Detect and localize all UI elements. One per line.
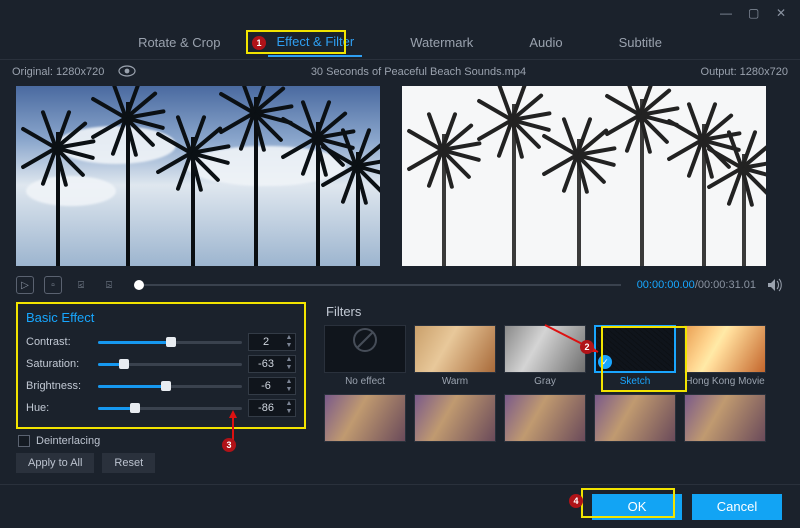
deinterlacing-row: Deinterlacing (18, 435, 306, 447)
value-box[interactable]: -6▲▼ (248, 377, 296, 395)
check-icon: ✓ (598, 355, 612, 369)
filter-thumb[interactable] (504, 325, 586, 373)
filter-caption (414, 445, 496, 457)
filter-item-hong-kong-movie[interactable]: Hong Kong Movie (684, 325, 766, 388)
lower-panel: Basic Effect Contrast: 2▲▼ Saturation: -63▲… (0, 298, 800, 484)
value-box[interactable]: -86▲▼ (248, 399, 296, 417)
filter-caption: Warm (414, 376, 496, 388)
tab-watermark[interactable]: Watermark (402, 29, 481, 56)
tab-rotate-crop[interactable]: Rotate & Crop (130, 29, 228, 56)
filter-thumb[interactable] (324, 394, 406, 442)
spin-down-icon[interactable]: ▼ (283, 364, 295, 372)
preview-toggle-icon[interactable] (118, 65, 136, 80)
filter-thumb[interactable] (414, 325, 496, 373)
filter-caption (594, 445, 676, 457)
slider-saturation[interactable] (98, 357, 242, 371)
spin-down-icon[interactable]: ▼ (283, 386, 295, 394)
filter-item-more[interactable] (324, 394, 406, 457)
output-res-label: Output: 1280x720 (701, 66, 788, 78)
filter-thumb[interactable] (504, 394, 586, 442)
tab-subtitle[interactable]: Subtitle (611, 29, 670, 56)
filter-thumb[interactable] (324, 325, 406, 373)
filters-grid: No effect Warm Gray ✓ Sketch Hong Kong Movie (324, 325, 784, 388)
filename-label: 30 Seconds of Peaceful Beach Sounds.mp4 (311, 66, 526, 78)
playback-bar: ▷ ▫ ⍃ ⍄ 00:00:00.00/00:00:31.01 (0, 272, 800, 298)
filter-item-more[interactable] (594, 394, 676, 457)
time-total: 00:00:31.01 (698, 279, 756, 291)
spin-up-icon[interactable]: ▲ (283, 356, 295, 364)
preview-original (16, 86, 380, 266)
filter-thumb[interactable]: ✓ (594, 325, 676, 373)
slider-brightness[interactable] (98, 379, 242, 393)
titlebar: — ▢ ✕ (0, 0, 800, 26)
time-display: 00:00:00.00/00:00:31.01 (637, 279, 756, 291)
apply-to-all-button[interactable]: Apply to All (16, 453, 94, 473)
basic-effect-panel: Basic Effect Contrast: 2▲▼ Saturation: -63▲… (16, 302, 306, 480)
filter-item-more[interactable] (684, 394, 766, 457)
original-res-label: Original: 1280x720 (12, 66, 104, 78)
slider-label: Saturation: (26, 358, 92, 370)
filter-caption: Gray (504, 376, 586, 388)
deinterlacing-checkbox[interactable] (18, 435, 30, 447)
slider-label: Hue: (26, 402, 92, 414)
filters-panel: Filters No effect Warm Gray ✓ Sketch Hong Kon… (324, 302, 784, 480)
tab-bar: Rotate & Crop Effect & Filter Watermark … (0, 26, 800, 60)
tab-audio[interactable]: Audio (521, 29, 570, 56)
spin-up-icon[interactable]: ▲ (283, 378, 295, 386)
filter-item-more[interactable] (414, 394, 496, 457)
stop-button[interactable]: ▫ (44, 276, 62, 294)
preview-row (0, 84, 800, 272)
slider-hue[interactable] (98, 401, 242, 415)
editor-window: — ▢ ✕ Rotate & Crop Effect & Filter Wate… (0, 0, 800, 528)
spin-up-icon[interactable]: ▲ (283, 334, 295, 342)
slider-contrast[interactable] (98, 335, 242, 349)
preview-output (402, 86, 766, 266)
time-current: 00:00:00.00 (637, 279, 695, 291)
filter-caption: No effect (324, 376, 406, 388)
cancel-button[interactable]: Cancel (692, 494, 782, 520)
slider-label: Contrast: (26, 336, 92, 348)
filter-item-sketch[interactable]: ✓ Sketch (594, 325, 676, 388)
filter-item-warm[interactable]: Warm (414, 325, 496, 388)
minimize-button[interactable]: — (720, 6, 734, 20)
filter-thumb[interactable] (414, 394, 496, 442)
deinterlacing-label: Deinterlacing (36, 435, 100, 447)
value-box[interactable]: 2▲▼ (248, 333, 296, 351)
basic-effect-title: Basic Effect (26, 310, 296, 325)
maximize-button[interactable]: ▢ (748, 6, 762, 20)
filters-title: Filters (326, 304, 784, 319)
value-box[interactable]: -63▲▼ (248, 355, 296, 373)
seek-slider[interactable] (134, 284, 621, 286)
filter-caption (504, 445, 586, 457)
spin-up-icon[interactable]: ▲ (283, 400, 295, 408)
play-button[interactable]: ▷ (16, 276, 34, 294)
close-button[interactable]: ✕ (776, 6, 790, 20)
basic-effect-box: Basic Effect Contrast: 2▲▼ Saturation: -63▲… (16, 302, 306, 429)
next-frame-button[interactable]: ⍄ (100, 276, 118, 294)
filters-grid-2 (324, 394, 784, 457)
filter-caption (684, 445, 766, 457)
info-bar: Original: 1280x720 30 Seconds of Peacefu… (0, 60, 800, 84)
filter-caption (324, 445, 406, 457)
spin-down-icon[interactable]: ▼ (283, 408, 295, 416)
reset-button[interactable]: Reset (102, 453, 155, 473)
tab-effect-filter[interactable]: Effect & Filter (268, 28, 362, 57)
filter-caption: Sketch (594, 376, 676, 388)
spin-down-icon[interactable]: ▼ (283, 342, 295, 350)
filter-thumb[interactable] (684, 325, 766, 373)
filter-item-no-effect[interactable]: No effect (324, 325, 406, 388)
filter-item-gray[interactable]: Gray (504, 325, 586, 388)
ok-button[interactable]: OK (592, 494, 682, 520)
slider-label: Brightness: (26, 380, 92, 392)
filter-thumb[interactable] (684, 394, 766, 442)
prev-frame-button[interactable]: ⍃ (72, 276, 90, 294)
filter-item-more[interactable] (504, 394, 586, 457)
footer: OK Cancel (0, 484, 800, 528)
volume-icon[interactable] (766, 276, 784, 294)
filter-thumb[interactable] (594, 394, 676, 442)
filter-caption: Hong Kong Movie (684, 376, 766, 388)
